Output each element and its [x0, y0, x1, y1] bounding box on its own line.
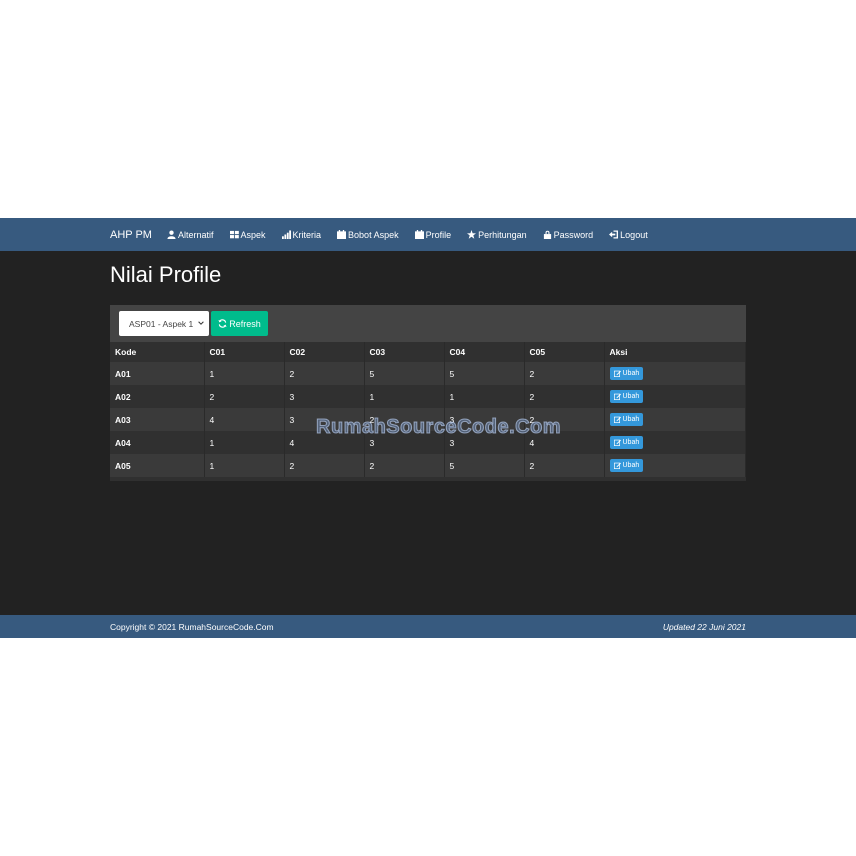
page-title: Nilai Profile [110, 262, 222, 287]
table-cell: 2 [284, 454, 365, 477]
refresh-button[interactable]: Refresh [211, 311, 268, 336]
nav-item-label: Password [553, 229, 594, 240]
logout-icon [609, 230, 619, 239]
table-row: A05 1 2 2 5 2 Ubah [110, 454, 746, 477]
action-cell: Ubah [604, 362, 746, 385]
table-header-row: Kode C01 C02 C03 C04 C05 Aksi [110, 342, 746, 362]
signal-icon [281, 230, 291, 239]
row-code: A05 [110, 454, 205, 477]
nav-item-label: Perhitungan [478, 229, 527, 240]
nav-item-label: Kriteria [292, 229, 322, 240]
edit-button-label: Ubah [622, 462, 640, 469]
panel-heading: ASP01 - Aspek 1 Refresh [110, 305, 746, 342]
chevron-down-icon [198, 321, 204, 325]
profile-table: Kode C01 C02 C03 C04 C05 Aksi A01 1 2 5 … [110, 342, 746, 477]
nav-item-alternatif[interactable]: Alternatif [167, 230, 214, 240]
navbar: AHP PM Alternatif Aspek Kriteria Bobot A… [0, 218, 856, 251]
column-header: C05 [524, 342, 605, 362]
nav-item-perhitungan[interactable]: Perhitungan [467, 230, 527, 240]
row-code: A04 [110, 431, 205, 454]
aspek-select[interactable]: ASP01 - Aspek 1 [119, 311, 209, 336]
updated-text: Updated 22 Juni 2021 [662, 622, 746, 632]
lock-icon [543, 230, 551, 239]
nav-item-profile[interactable]: Profile [414, 229, 452, 240]
edit-icon [613, 393, 621, 400]
edit-button[interactable]: Ubah [609, 436, 644, 449]
table-cell: 1 [204, 362, 285, 385]
table-cell: 5 [444, 362, 525, 385]
nav-item-logout[interactable]: Logout [609, 230, 648, 240]
user-icon [167, 230, 176, 239]
table-cell: 1 [204, 431, 285, 454]
table-cell: 2 [524, 454, 605, 477]
footer: Copyright © 2021 RumahSourceCode.Com Upd… [0, 615, 856, 638]
edit-icon [613, 439, 621, 446]
grid-icon [229, 230, 239, 239]
nav-item-label: Alternatif [177, 229, 214, 240]
edit-button-label: Ubah [622, 393, 640, 400]
column-header: Kode [110, 342, 205, 362]
edit-button[interactable]: Ubah [609, 459, 644, 472]
row-code: A03 [110, 408, 205, 431]
edit-button[interactable]: Ubah [609, 413, 644, 426]
edit-icon [613, 462, 621, 469]
refresh-button-label: Refresh [229, 318, 261, 329]
action-cell: Ubah [604, 408, 746, 431]
table-cell: 2 [364, 454, 445, 477]
table-cell: 2 [204, 385, 285, 408]
edit-button[interactable]: Ubah [609, 367, 644, 380]
column-header: C01 [204, 342, 285, 362]
edit-button-label: Ubah [622, 370, 640, 377]
brand-link[interactable]: AHP PM [110, 229, 152, 241]
table-cell: 2 [524, 385, 605, 408]
star-icon [467, 230, 477, 239]
nav-item-label: Bobot Aspek [348, 229, 399, 240]
edit-button-label: Ubah [622, 439, 640, 446]
column-header: C04 [444, 342, 525, 362]
table-cell: 2 [524, 362, 605, 385]
nav-item-kriteria[interactable]: Kriteria [281, 229, 322, 240]
nav-item-bobot-aspek[interactable]: Bobot Aspek [337, 230, 399, 240]
table-cell: 3 [284, 385, 365, 408]
action-cell: Ubah [604, 431, 746, 454]
edit-button[interactable]: Ubah [609, 390, 644, 403]
calendar-icon [414, 230, 424, 239]
refresh-icon [218, 319, 227, 328]
nav-item-label: Logout [620, 229, 648, 240]
action-cell: Ubah [604, 454, 746, 477]
row-code: A02 [110, 385, 205, 408]
table-cell: 5 [444, 454, 525, 477]
table-cell: 5 [364, 362, 445, 385]
edit-icon [613, 416, 621, 423]
table-cell: 4 [204, 408, 285, 431]
nav-item-label: Aspek [240, 229, 266, 240]
nav-item-aspek[interactable]: Aspek [229, 229, 266, 240]
aspek-select-value: ASP01 - Aspek 1 [129, 318, 194, 329]
calendar-icon [337, 230, 347, 239]
nav-item-label: Profile [425, 229, 452, 240]
table-row: A02 2 3 1 1 2 Ubah [110, 385, 746, 408]
table-cell: 1 [204, 454, 285, 477]
action-cell: Ubah [604, 385, 746, 408]
row-code: A01 [110, 362, 205, 385]
column-header: C02 [284, 342, 365, 362]
nav-item-password[interactable]: Password [543, 229, 594, 240]
column-header: Aksi [604, 342, 746, 362]
watermark: RumahSourceCode.Com [315, 416, 562, 439]
edit-icon [613, 370, 621, 377]
copyright-text: Copyright © 2021 RumahSourceCode.Com [110, 622, 274, 632]
table-row: A01 1 2 5 5 2 Ubah [110, 362, 746, 385]
profile-panel: ASP01 - Aspek 1 Refresh Kode C01 C02 C03… [110, 305, 746, 481]
edit-button-label: Ubah [622, 416, 640, 423]
column-header: C03 [364, 342, 445, 362]
table-cell: 1 [444, 385, 525, 408]
table-cell: 2 [284, 362, 365, 385]
table-cell: 1 [364, 385, 445, 408]
